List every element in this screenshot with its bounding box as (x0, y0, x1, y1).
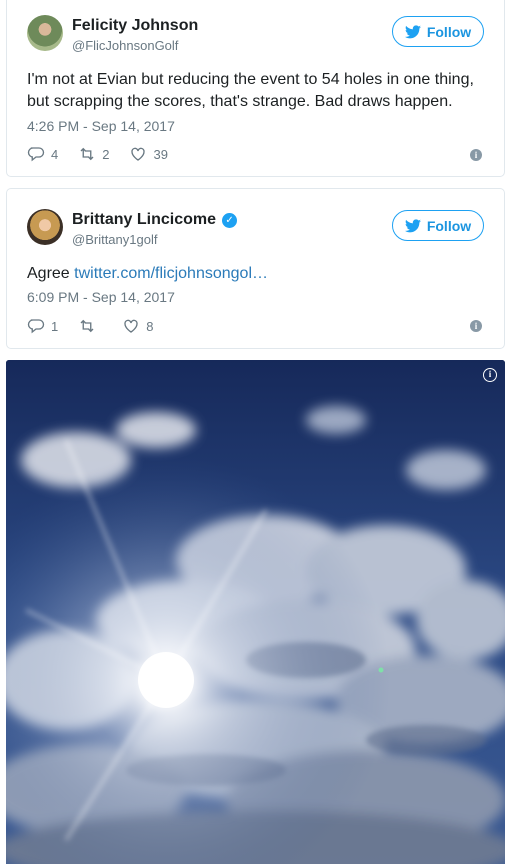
like-button[interactable]: 8 (122, 317, 153, 335)
follow-label: Follow (426, 217, 472, 234)
action-bar: 1 8 (27, 317, 153, 335)
reply-icon (27, 319, 45, 334)
retweet-icon (80, 319, 94, 333)
like-count: 39 (153, 146, 168, 162)
twitter-bird-icon (404, 218, 421, 232)
author-name[interactable]: Felicity Johnson (72, 17, 198, 35)
author-row: Felicity Johnson (72, 17, 198, 35)
heart-icon (124, 319, 138, 333)
heart-icon (131, 147, 146, 161)
author-name[interactable]: Brittany Lincicome (72, 211, 216, 229)
tweet-card: Felicity Johnson @FlicJohnsonGolf Follow… (6, 0, 505, 177)
retweet-button[interactable] (78, 317, 102, 335)
retweet-button[interactable]: 2 (78, 145, 109, 163)
reply-button[interactable]: 4 (27, 145, 58, 163)
author-handle[interactable]: @FlicJohnsonGolf (72, 38, 178, 53)
reply-count: 1 (51, 318, 59, 334)
tweet-text: Agree twitter.com/flicjohnsongol… (27, 263, 484, 285)
tweet-card: Brittany Lincicome ✓ @Brittany1golf Foll… (6, 188, 505, 349)
retweet-count: 2 (102, 146, 110, 162)
timestamp[interactable]: 4:26 PM - Sep 14, 2017 (27, 118, 175, 134)
follow-label: Follow (426, 23, 472, 40)
info-icon[interactable]: i (470, 149, 482, 161)
like-button[interactable]: 39 (129, 145, 168, 163)
avatar[interactable] (27, 209, 63, 245)
like-count: 8 (146, 318, 154, 334)
avatar[interactable] (27, 15, 63, 51)
follow-button[interactable]: Follow (392, 210, 484, 241)
verified-badge-icon: ✓ (222, 212, 238, 228)
author-row: Brittany Lincicome ✓ (72, 211, 238, 229)
tweet-text-prefix: Agree (27, 265, 75, 282)
tweet-text: I'm not at Evian but reducing the event … (27, 71, 474, 110)
reply-icon (27, 147, 45, 162)
timestamp[interactable]: 6:09 PM - Sep 14, 2017 (27, 289, 175, 305)
cloudy-sky-image (6, 360, 505, 864)
twitter-bird-icon (404, 24, 421, 38)
reply-count: 4 (51, 146, 59, 162)
reply-button[interactable]: 1 (27, 317, 58, 335)
follow-button[interactable]: Follow (392, 16, 484, 47)
sky-photo: i (6, 360, 505, 864)
author-handle[interactable]: @Brittany1golf (72, 232, 157, 247)
retweet-icon (80, 147, 94, 161)
action-bar: 4 2 39 (27, 145, 168, 163)
info-icon[interactable]: i (470, 320, 482, 332)
info-icon[interactable]: i (483, 368, 497, 382)
quoted-tweet-link[interactable]: twitter.com/flicjohnsongol… (74, 265, 268, 282)
